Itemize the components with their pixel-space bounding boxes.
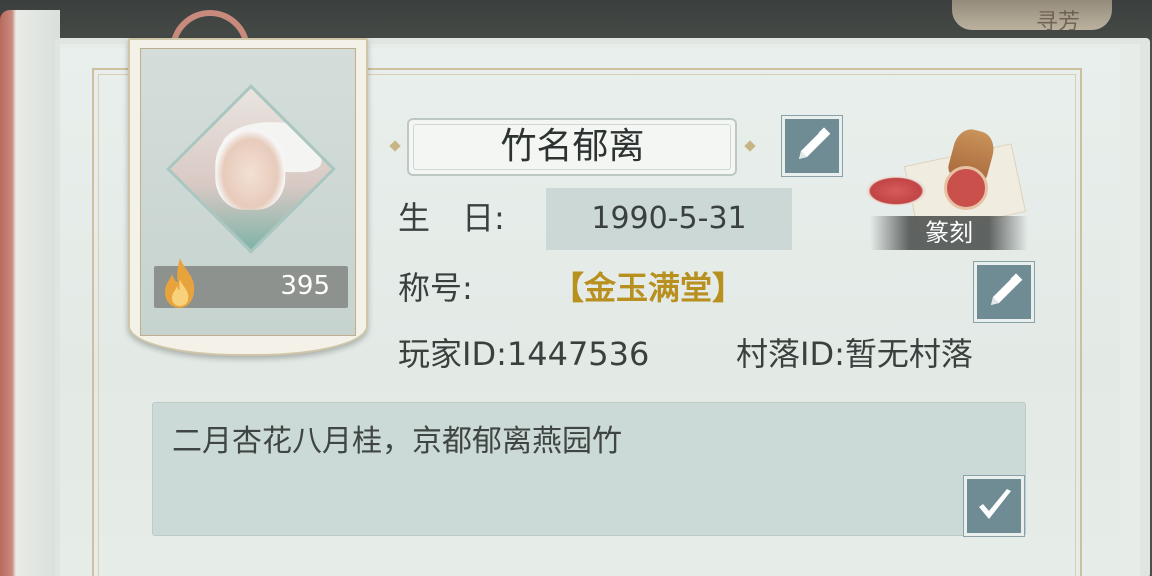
birthday-label: 生 日:	[398, 199, 505, 237]
motto-text: 二月杏花八月桂，京都郁离燕园竹	[172, 424, 622, 459]
player-name: 竹名郁离	[500, 126, 645, 167]
avatar-portrait	[166, 84, 336, 254]
pencil-icon	[991, 273, 1023, 305]
flame-icon	[165, 258, 195, 308]
birthday-value: 1990-5-31	[591, 201, 747, 236]
confirm-motto-button[interactable]	[964, 476, 1024, 536]
edit-title-button[interactable]	[974, 262, 1034, 322]
pencil-icon	[799, 127, 831, 159]
stamp-face-icon	[944, 166, 988, 210]
edit-name-button[interactable]	[782, 116, 842, 176]
book-spine	[0, 10, 60, 576]
top-decoration-text: 寻芳	[1035, 10, 1080, 35]
village-id: 村落ID:暂无村落	[736, 335, 973, 373]
title-label: 称号:	[398, 269, 473, 307]
avatar-face	[215, 129, 286, 210]
ink-pad-icon	[866, 176, 926, 206]
checkmark-icon	[979, 489, 1011, 519]
seal-label: 篆刻	[925, 219, 973, 247]
name-banner: 竹名郁离	[385, 114, 760, 180]
title-value: 【金玉满堂】	[552, 269, 745, 307]
popularity-count: 395	[280, 271, 330, 301]
seal-carving-button[interactable]: 篆刻	[860, 118, 1040, 258]
top-decoration	[952, 0, 1112, 30]
player-id: 玩家ID:1447536	[398, 335, 650, 373]
avatar-card[interactable]: 395	[128, 38, 368, 356]
